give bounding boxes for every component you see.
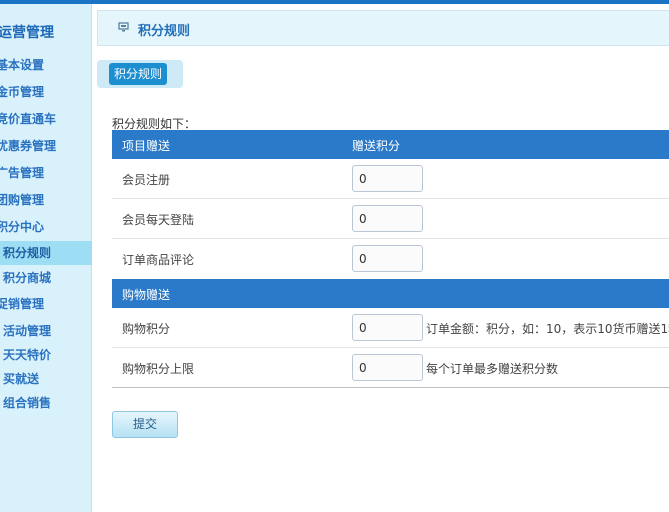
sidebar-item-activity-management[interactable]: 活动管理 <box>3 321 51 341</box>
sidebar-item-ad-management[interactable]: 广告管理 <box>0 163 44 183</box>
sidebar-item-daily-specials[interactable]: 天天特价 <box>3 345 51 365</box>
sidebar-item-coupon-management[interactable]: 优惠券管理 <box>0 136 56 156</box>
table-row: 购物积分 订单金额：积分，如：10，表示10货币赠送1积 <box>112 308 669 348</box>
section-title: 购物赠送 <box>122 288 171 302</box>
row-label: 购物积分上限 <box>122 362 195 376</box>
sidebar-item-promotion-management[interactable]: 促销管理 <box>0 294 44 314</box>
page-title: 积分规则 <box>138 24 191 39</box>
sidebar-item-bundle-sales[interactable]: 组合销售 <box>3 393 51 413</box>
shopping-points-hint: 订单金额：积分，如：10，表示10货币赠送1积 <box>426 322 669 336</box>
submit-button[interactable]: 提交 <box>112 411 178 438</box>
sidebar-title: 运营管理 <box>0 25 54 41</box>
row-label: 会员注册 <box>122 173 171 187</box>
review-points-input[interactable] <box>352 245 423 272</box>
table-row: 订单商品评论 <box>112 239 669 279</box>
sidebar-item-points-mall[interactable]: 积分商城 <box>3 268 51 288</box>
top-bar <box>0 0 669 4</box>
row-label: 会员每天登陆 <box>122 213 195 227</box>
points-rules-table: 项目赠送 赠送积分 会员注册 会员每天登陆 订单商品评论 购物赠送 购物积分 订… <box>112 130 669 388</box>
monitor-icon <box>118 22 129 32</box>
shopping-points-limit-input[interactable] <box>352 354 423 381</box>
table-row: 会员每天登陆 <box>112 199 669 239</box>
sidebar-item-groupbuy-management[interactable]: 团购管理 <box>0 190 44 210</box>
sidebar-item-label: 积分规则 <box>3 246 52 260</box>
table-row: 购物积分上限 每个订单最多赠送积分数 <box>112 348 669 388</box>
row-label: 购物积分 <box>122 322 171 336</box>
shopping-points-input[interactable] <box>352 314 423 341</box>
sidebar-item-points-center[interactable]: 积分中心 <box>0 217 44 237</box>
shopping-points-limit-hint: 每个订单最多赠送积分数 <box>426 362 559 376</box>
section-header-shopping: 购物赠送 <box>112 279 669 308</box>
sidebar-item-buy-and-get[interactable]: 买就送 <box>3 369 39 389</box>
sidebar-item-points-rules[interactable]: 积分规则 <box>0 241 92 265</box>
table-header: 项目赠送 赠送积分 <box>112 130 669 159</box>
tab-bar: 积分规则 <box>97 60 183 88</box>
column-header-points: 赠送积分 <box>352 139 401 153</box>
row-label: 订单商品评论 <box>122 253 195 267</box>
sidebar-item-basic-settings[interactable]: 基本设置 <box>0 55 44 75</box>
tab-points-rules[interactable]: 积分规则 <box>109 63 167 85</box>
register-points-input[interactable] <box>352 165 423 192</box>
daily-login-points-input[interactable] <box>352 205 423 232</box>
sidebar: 运营管理 基本设置 金币管理 竞价直通车 优惠券管理 广告管理 团购管理 积分中… <box>0 4 92 512</box>
column-header-item: 项目赠送 <box>122 139 171 153</box>
page-header: 积分规则 <box>97 10 669 46</box>
sidebar-item-coin-management[interactable]: 金币管理 <box>0 82 44 102</box>
sidebar-item-bidding[interactable]: 竞价直通车 <box>0 109 56 129</box>
table-row: 会员注册 <box>112 159 669 199</box>
